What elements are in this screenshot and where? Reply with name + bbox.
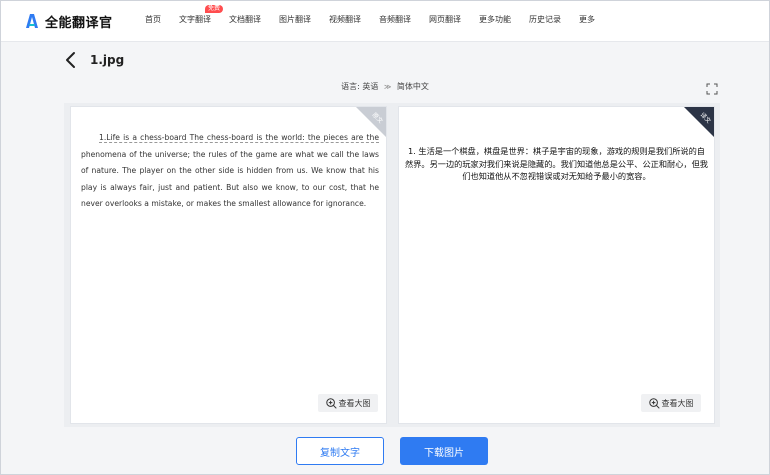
view-large-label-translation: 查看大图 [661, 398, 694, 408]
logo-icon [25, 13, 39, 29]
language-indicator: 语言: 英语 ≫ 简体中文 [0, 81, 770, 92]
source-text[interactable]: 1.Life is a chess-board The chess-board … [81, 130, 379, 213]
translation-panel: 译文 1. 生活是一个棋盘，棋盘是世界：棋子是宇宙的现象，游戏的规则是我们所说的… [398, 106, 715, 424]
top-header: 全能翻译官 首页 文字翻译 免费 文档翻译 图片翻译 视频翻译 音频翻译 网页翻… [1, 1, 769, 42]
nav-web-translate[interactable]: 网页翻译 [429, 14, 461, 26]
view-large-image-button-source[interactable]: 查看大图 [318, 394, 378, 412]
fullscreen-icon[interactable] [706, 80, 718, 95]
translated-text[interactable]: 1. 生活是一个棋盘，棋盘是世界：棋子是宇宙的现象，游戏的规则是我们所说的自然界… [404, 145, 709, 183]
zoom-in-icon [648, 397, 660, 409]
nav-history[interactable]: 历史记录 [529, 14, 561, 26]
zoom-in-icon [325, 397, 337, 409]
nav-image-translate[interactable]: 图片翻译 [279, 14, 311, 26]
source-text-body: phenomena of the universe; the rules of … [81, 149, 379, 209]
download-image-button[interactable]: 下载图片 [400, 437, 488, 465]
back-arrow-icon[interactable] [63, 51, 79, 69]
free-badge: 免费 [205, 5, 224, 13]
main-nav: 首页 文字翻译 免费 文档翻译 图片翻译 视频翻译 音频翻译 网页翻译 更多功能… [145, 5, 613, 26]
copy-text-button[interactable]: 复制文字 [296, 437, 384, 465]
source-language: 英语 [362, 82, 379, 91]
language-arrow-icon: ≫ [383, 83, 392, 91]
nav-more-features[interactable]: 更多功能 [479, 14, 511, 26]
nav-document-translate[interactable]: 文档翻译 [229, 14, 261, 26]
nav-more[interactable]: 更多 [579, 14, 595, 26]
comparison-area: 原文 1.Life is a chess-board The chess-boa… [64, 103, 720, 427]
target-language: 简体中文 [396, 82, 429, 91]
nav-home[interactable]: 首页 [145, 14, 161, 26]
file-title: 1.jpg [90, 53, 125, 67]
view-large-image-button-translation[interactable]: 查看大图 [641, 394, 701, 412]
view-large-label-source: 查看大图 [338, 398, 371, 408]
source-text-first-line: 1.Life is a chess-board The chess-board … [99, 133, 379, 143]
nav-video-translate[interactable]: 视频翻译 [329, 14, 361, 26]
app-logo[interactable]: 全能翻译官 [25, 12, 113, 31]
nav-text-translate[interactable]: 文字翻译 免费 [179, 5, 224, 26]
source-panel: 原文 1.Life is a chess-board The chess-boa… [70, 106, 387, 424]
app-name: 全能翻译官 [45, 15, 113, 31]
language-prefix: 语言: [341, 82, 360, 91]
nav-audio-translate[interactable]: 音频翻译 [379, 14, 411, 26]
nav-text-translate-label: 文字翻译 [179, 15, 211, 24]
